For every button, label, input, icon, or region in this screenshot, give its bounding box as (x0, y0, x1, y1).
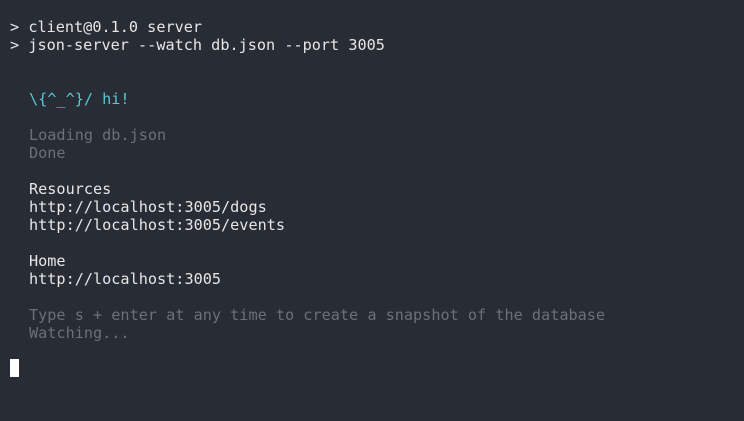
resources-header: Resources (29, 180, 112, 198)
done-status: Done (29, 144, 66, 162)
resource-url-events: http://localhost:3005/events (29, 216, 286, 234)
command-text: json-server --watch db.json --port 3005 (28, 36, 385, 54)
command-line-2: > json-server --watch db.json --port 300… (10, 36, 385, 54)
snapshot-hint: Type s + enter at any time to create a s… (29, 306, 606, 324)
loading-status: Loading db.json (29, 126, 167, 144)
home-url: http://localhost:3005 (29, 270, 222, 288)
prompt-symbol: > (10, 18, 20, 36)
watching-status: Watching... (29, 324, 130, 342)
terminal-cursor[interactable] (10, 359, 19, 377)
resource-url-dogs: http://localhost:3005/dogs (29, 198, 267, 216)
terminal-window[interactable]: > client@0.1.0 server > json-server --wa… (0, 0, 744, 421)
command-text: client@0.1.0 server (28, 18, 203, 36)
command-line-1: > client@0.1.0 server (10, 18, 202, 36)
prompt-symbol: > (10, 36, 20, 54)
home-header: Home (29, 252, 66, 270)
greeting-text: \{^_^}/ hi! (29, 90, 130, 108)
